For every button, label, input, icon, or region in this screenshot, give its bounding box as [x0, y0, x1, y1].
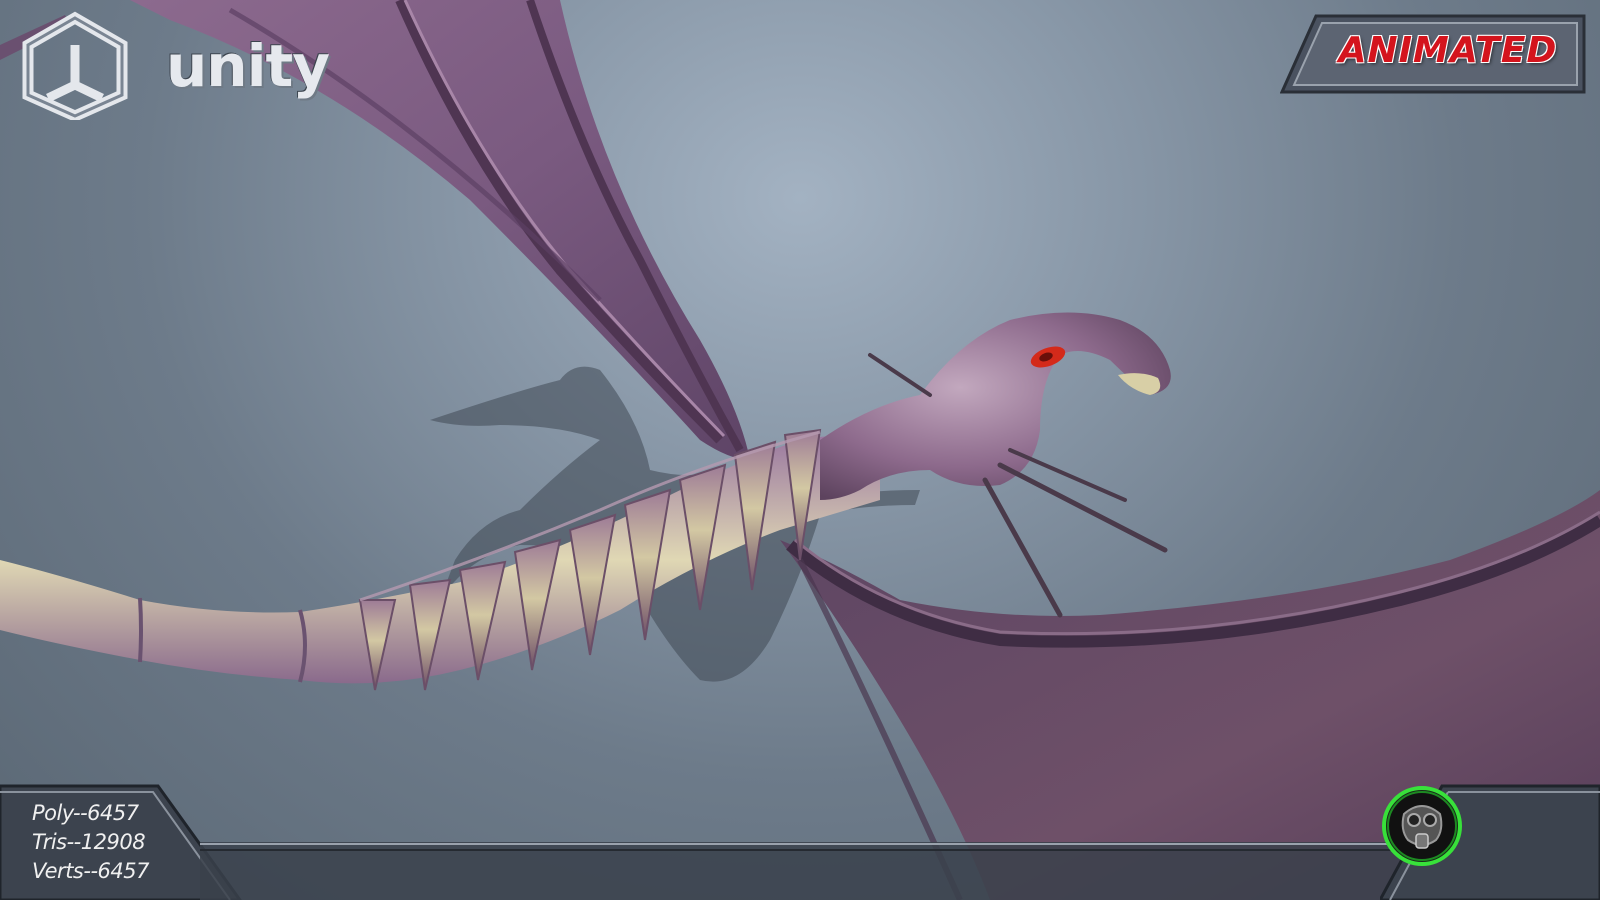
- unity-cube-icon: [22, 11, 128, 120]
- publisher-emblem-panel: [1380, 784, 1600, 900]
- gas-mask-icon: [1382, 786, 1462, 866]
- tris-count: Tris--12908: [32, 830, 146, 854]
- dragon-scene: [0, 0, 1600, 900]
- animated-badge: ANIMATED: [1280, 14, 1586, 94]
- poly-count: Poly--6457: [32, 801, 139, 825]
- bottom-bar: [200, 842, 1400, 900]
- dragon-head: [820, 312, 1171, 500]
- animated-label: ANIMATED: [1338, 30, 1558, 71]
- verts-count: Verts--6457: [32, 859, 149, 883]
- unity-logo: unity: [18, 10, 338, 120]
- unity-wordmark: unity: [166, 32, 330, 100]
